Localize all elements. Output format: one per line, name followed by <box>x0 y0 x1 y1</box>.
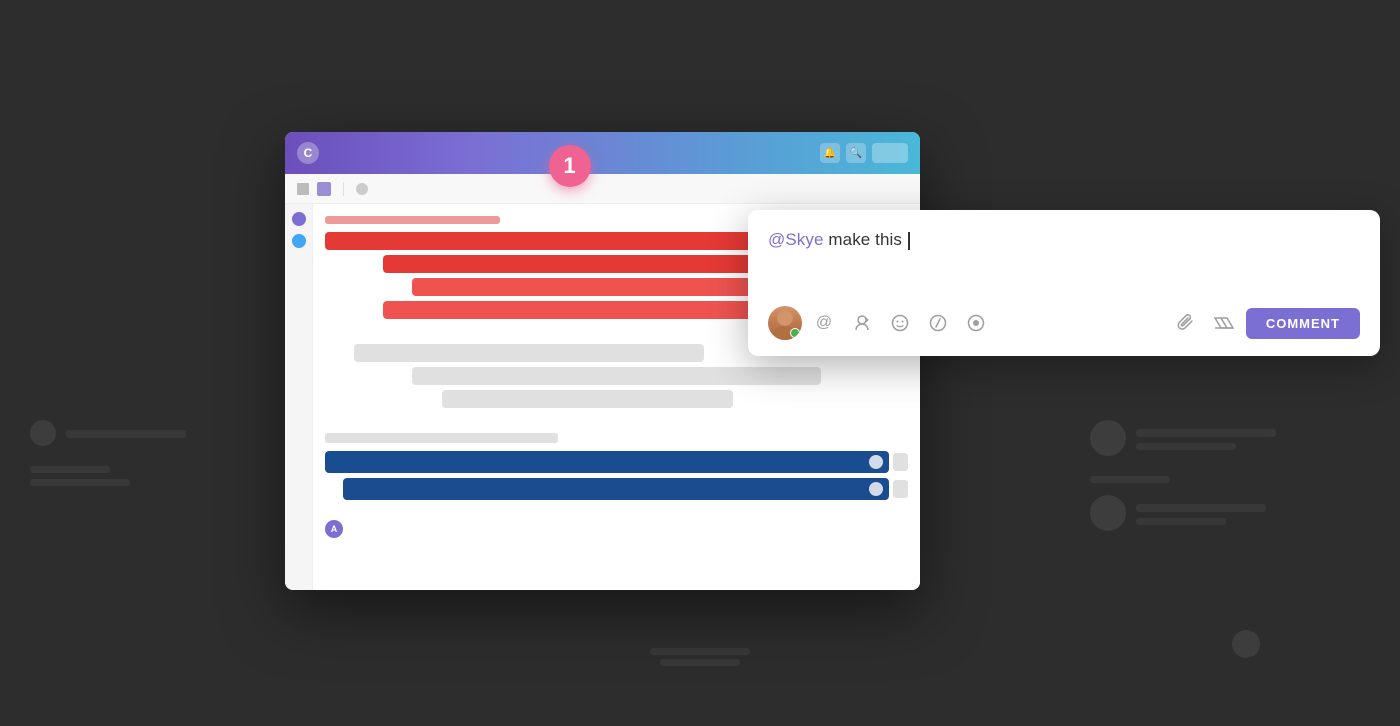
filter-icon[interactable] <box>317 182 331 196</box>
drive-button[interactable] <box>1208 307 1240 339</box>
header-icons: 🔔 🔍 <box>820 143 908 163</box>
sidebar-avatar-2 <box>292 234 306 248</box>
search-icon[interactable]: 🔍 <box>846 143 866 163</box>
assignee-button[interactable] <box>846 307 878 339</box>
text-cursor <box>908 232 910 250</box>
app-logo: C <box>297 142 319 164</box>
mention-button[interactable]: @ <box>808 307 840 339</box>
task-row-gray-3 <box>442 390 734 408</box>
sidebar-avatar-1 <box>292 212 306 226</box>
user-menu[interactable] <box>872 143 908 163</box>
task-row-blue-1[interactable] <box>325 451 908 473</box>
bottom-avatar-row: A <box>325 520 908 538</box>
bg-left-items <box>30 420 250 492</box>
user-avatar <box>768 306 802 340</box>
grid-icon[interactable] <box>297 183 309 195</box>
toolbar-separator <box>343 182 344 196</box>
blue-section-header <box>325 433 558 443</box>
app-sidebar <box>285 204 313 590</box>
bg-right-items <box>1090 420 1370 551</box>
add-icon[interactable] <box>356 183 368 195</box>
notification-badge[interactable]: 1 <box>549 145 591 187</box>
task-row-blue-2[interactable] <box>325 478 908 500</box>
comment-popup: @Skye make this @ <box>748 210 1380 356</box>
task-row-gray-1 <box>354 344 704 362</box>
comment-body: make this <box>824 230 907 249</box>
task-row-red-1[interactable] <box>325 232 821 250</box>
task-row-gray-2 <box>412 367 820 385</box>
app-header: C 1 🔔 🔍 <box>285 132 920 174</box>
emoji-button[interactable] <box>884 307 916 339</box>
attach-button[interactable] <box>1170 307 1202 339</box>
bell-icon[interactable]: 🔔 <box>820 143 840 163</box>
mention-tag: @Skye <box>768 230 824 249</box>
red-section-label <box>325 216 500 224</box>
main-app-card: C 1 🔔 🔍 <box>285 132 920 590</box>
comment-toolbar: @ <box>768 306 1360 340</box>
slash-button[interactable] <box>922 307 954 339</box>
comment-button[interactable]: COMMENT <box>1246 308 1360 339</box>
comment-text-area[interactable]: @Skye make this <box>768 230 1360 290</box>
toolbar-row <box>285 174 920 204</box>
record-button[interactable] <box>960 307 992 339</box>
